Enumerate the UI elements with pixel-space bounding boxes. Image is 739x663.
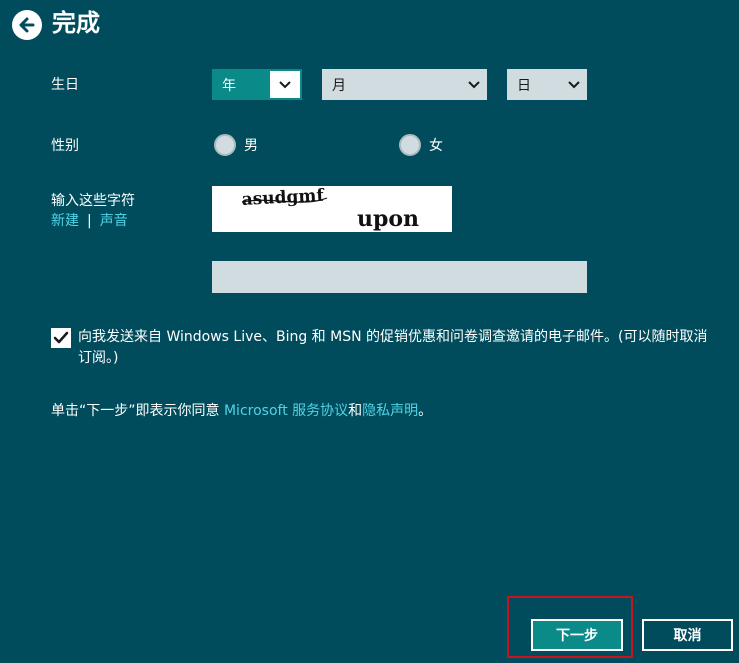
day-select[interactable]: 日 [507, 69, 587, 100]
chevron-down-icon [561, 80, 587, 90]
captcha-new-link[interactable]: 新建 [51, 213, 79, 229]
agreement-text: 单击“下一步”即表示你同意 Microsoft 服务协议和隐私声明。 [51, 401, 432, 422]
radio-circle[interactable] [214, 134, 236, 156]
day-select-value: 日 [517, 77, 531, 94]
consent-checkbox[interactable] [51, 328, 71, 348]
captcha-text-line1: asudgmf [241, 186, 326, 210]
arrow-left-icon [19, 17, 35, 33]
terms-link[interactable]: Microsoft 服务协议 [224, 403, 348, 419]
month-select-value: 月 [332, 77, 346, 94]
chevron-down-icon [270, 79, 300, 90]
back-button[interactable] [12, 10, 42, 40]
cancel-button[interactable]: 取消 [642, 619, 733, 651]
captcha-text-line2: upon [357, 206, 419, 232]
gender-male-label: 男 [244, 138, 258, 154]
gender-radio-female[interactable]: 女 [399, 134, 443, 156]
year-select[interactable]: 年 [212, 69, 302, 100]
captcha-label: 输入这些字符 [51, 193, 135, 209]
consent-text: 向我发送来自 Windows Live、Bing 和 MSN 的促销优惠和问卷调… [78, 329, 708, 366]
captcha-link-separator: | [87, 213, 92, 229]
captcha-audio-link[interactable]: 声音 [100, 213, 128, 229]
chevron-down-icon [461, 80, 487, 90]
next-button[interactable]: 下一步 [531, 619, 623, 651]
agreement-and: 和 [348, 403, 363, 419]
month-select[interactable]: 月 [322, 69, 487, 100]
checkmark-icon [53, 331, 69, 344]
page-title: 完成 [52, 9, 100, 37]
captcha-links: 新建 | 声音 [51, 211, 128, 231]
birthday-label: 生日 [51, 77, 79, 93]
agreement-suffix: 。 [418, 403, 433, 419]
gender-label: 性别 [51, 138, 79, 154]
privacy-link[interactable]: 隐私声明 [362, 403, 418, 419]
radio-circle[interactable] [399, 134, 421, 156]
captcha-input[interactable] [212, 261, 587, 293]
year-select-value: 年 [214, 71, 270, 98]
gender-radio-male[interactable]: 男 [214, 134, 258, 156]
gender-female-label: 女 [429, 138, 443, 154]
agreement-prefix: 单击“下一步”即表示你同意 [51, 403, 224, 419]
captcha-image: asudgmf upon [212, 186, 452, 232]
